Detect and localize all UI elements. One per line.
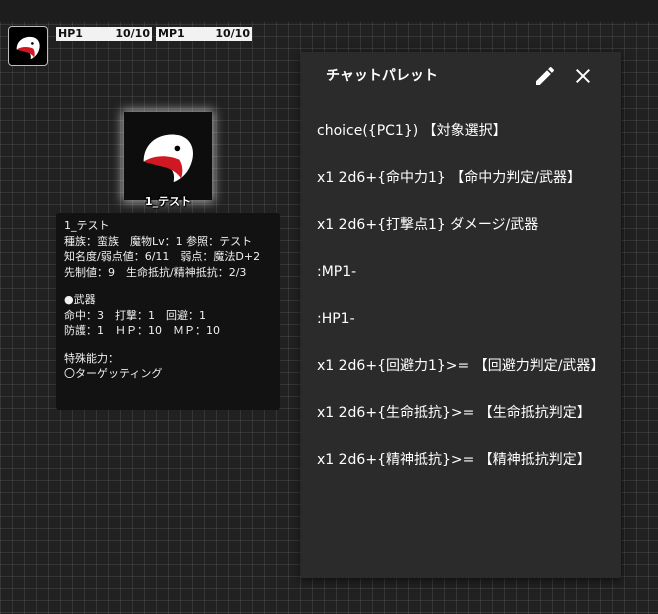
chat-palette-window: チャットパレット choice({PC1}) 【対象選択】 x1 2d6+{命中… — [301, 52, 621, 578]
info-line: 種族：蛮族 魔物Lv：1 参照：テスト — [64, 234, 253, 248]
hp-value: 10/10 — [115, 27, 150, 40]
info-gap — [64, 339, 280, 351]
info-line: 防護：1 ＨＰ：10 ＭＰ：10 — [64, 324, 220, 337]
hp-label: HP1 — [58, 27, 83, 40]
mp-bar: MP1 10/10 — [156, 27, 252, 41]
palette-command[interactable]: x1 2d6+{打撃点1} ダメージ/武器 — [317, 214, 609, 236]
token-name: 1_テスト — [144, 195, 192, 208]
info-gap — [64, 280, 280, 292]
palette-title: チャットパレット — [326, 68, 438, 84]
character-info-panel: 1_テスト 種族：蛮族 魔物Lv：1 参照：テスト 知名度/弱点値：6/11 弱… — [56, 213, 280, 410]
info-line: 1_テスト — [64, 219, 110, 232]
bird-head-icon — [143, 134, 194, 183]
pencil-icon[interactable] — [533, 64, 557, 88]
character-token[interactable] — [124, 112, 212, 200]
info-line: 特殊能力： — [64, 351, 119, 365]
top-bar — [0, 0, 658, 22]
palette-command[interactable]: x1 2d6+{精神抵抗}>= 【精神抵抗判定】 — [317, 449, 609, 471]
info-line: ●武器 — [64, 293, 96, 306]
palette-command[interactable]: :HP1- — [317, 308, 609, 330]
info-line: 知名度/弱点値：6/11 弱点：魔法D+2 — [64, 250, 261, 263]
close-icon[interactable] — [571, 64, 595, 88]
mp-label: MP1 — [158, 27, 185, 40]
token-thumbnail[interactable] — [8, 26, 48, 66]
palette-command[interactable]: choice({PC1}) 【対象選択】 — [317, 120, 609, 142]
info-line: 〇ターゲッティング — [64, 367, 163, 380]
info-line: 先制値：9 生命抵抗/精神抵抗：2/3 — [64, 265, 247, 279]
palette-command[interactable]: x1 2d6+{生命抵抗}>= 【生命抵抗判定】 — [317, 402, 609, 424]
mp-value: 10/10 — [215, 27, 250, 40]
palette-command[interactable]: x1 2d6+{命中力1} 【命中力判定/武器】 — [317, 167, 609, 189]
palette-command[interactable]: x1 2d6+{回避力1}>= 【回避力判定/武器】 — [317, 355, 609, 377]
info-line: 命中：3 打撃：1 回避：1 — [64, 308, 206, 322]
palette-command[interactable]: :MP1- — [317, 261, 609, 283]
hp-bar: HP1 10/10 — [56, 27, 152, 41]
palette-command-list: choice({PC1}) 【対象選択】 x1 2d6+{命中力1} 【命中力判… — [317, 120, 609, 496]
bird-head-icon — [16, 36, 40, 60]
